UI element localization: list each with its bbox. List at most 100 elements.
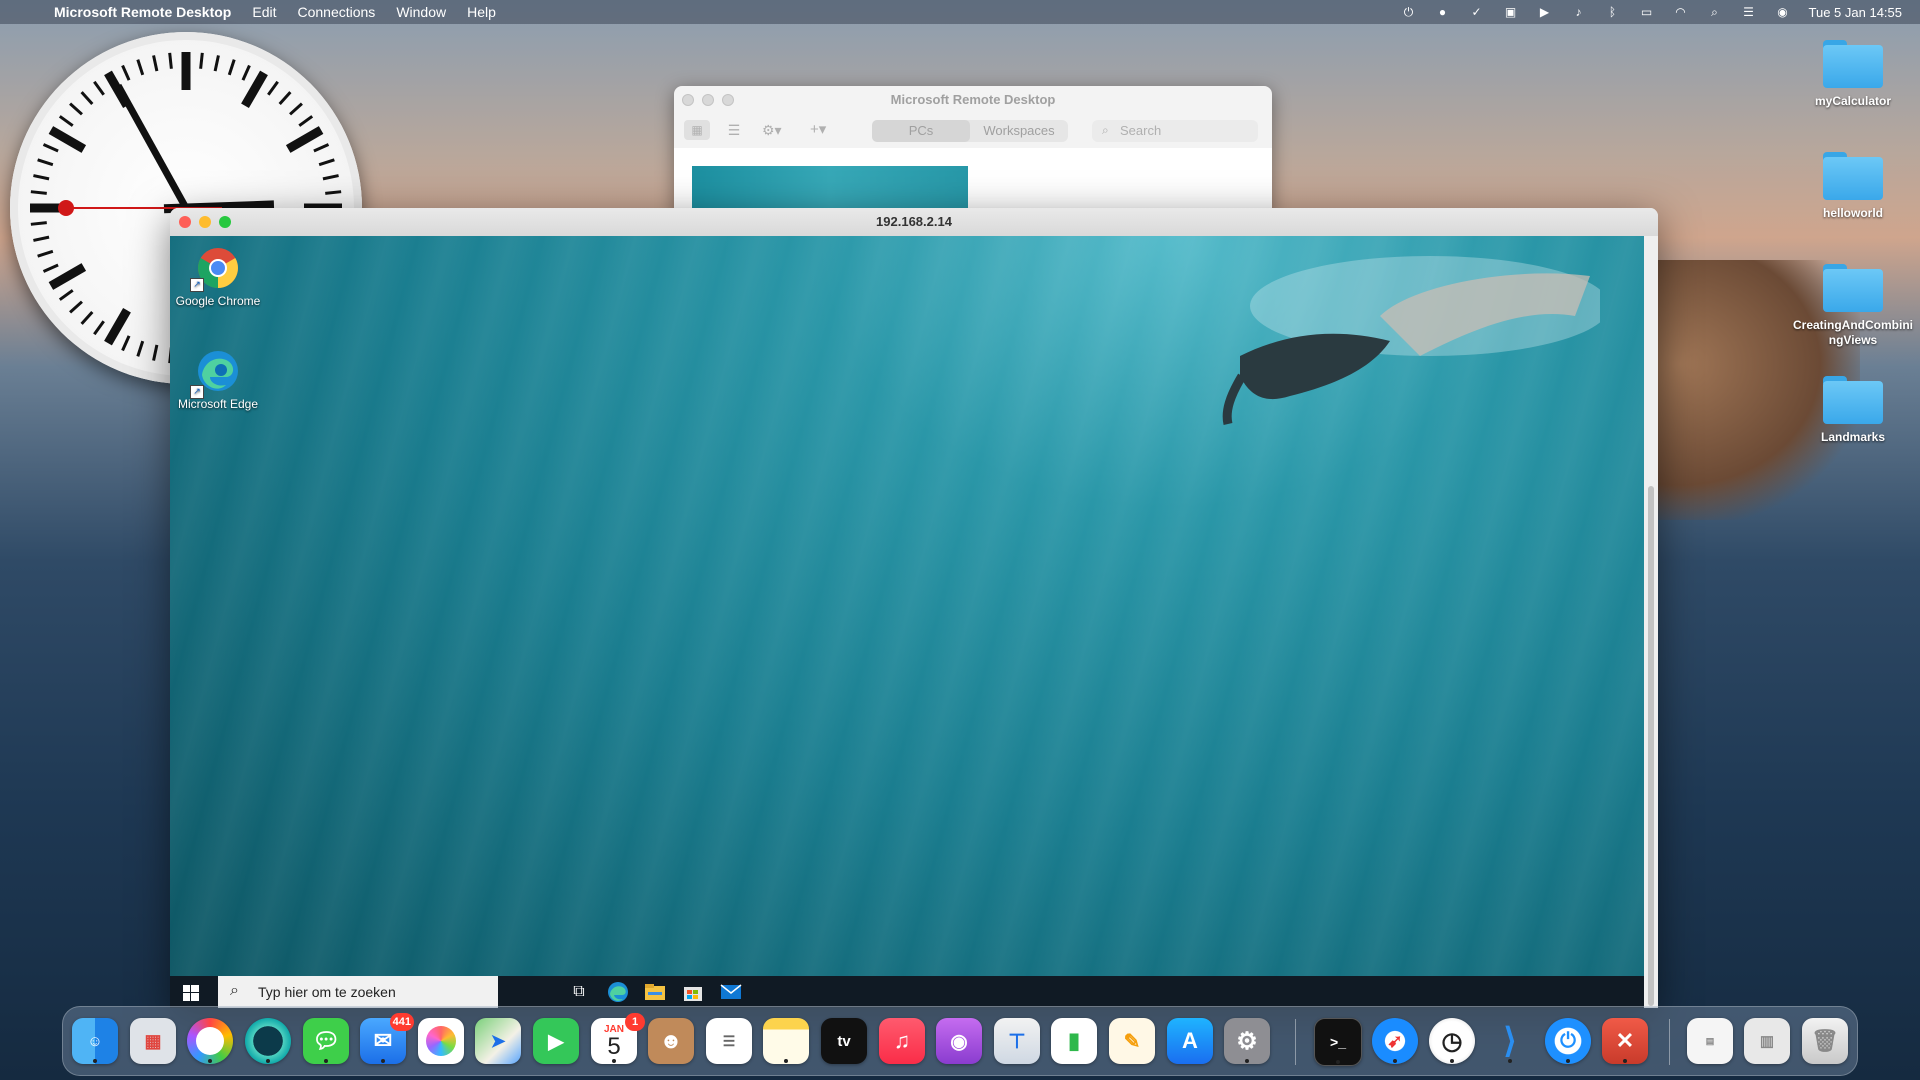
mail-taskbar-icon[interactable] [720,981,742,1003]
remote-desktop-main-window: Microsoft Remote Desktop ▦ ☰ ⚙▾ +▾ PCs W… [674,86,1272,216]
dock-launchpad[interactable]: ▦ [130,1018,176,1064]
dock-messages[interactable]: 💬︎ [303,1018,349,1064]
dock-pages[interactable]: ✎ [1109,1018,1155,1064]
reminders-icon: ☰ [722,1032,736,1049]
add-icon[interactable]: +▾ [810,120,840,140]
bluetooth-icon[interactable]: ᛒ [1605,5,1621,19]
menu-window[interactable]: Window [396,4,446,20]
menu-connections[interactable]: Connections [297,4,375,20]
dock-separator [1295,1019,1296,1065]
second-hand-disc [58,200,74,216]
settings-gear-icon[interactable]: ⚙▾ [762,120,792,140]
dock-vscode[interactable]: ⟩ [1487,1018,1533,1064]
desktop-folder-mycalculator[interactable]: myCalculator [1798,40,1908,108]
music-icon: ♫ [893,1028,911,1053]
keynote-icon: ⊤ [1008,1030,1026,1053]
desktop-folder-landmarks[interactable]: Landmarks [1798,376,1908,444]
file-explorer-icon[interactable] [644,981,666,1003]
folder-label: helloworld [1823,206,1883,220]
power-icon[interactable]: ⏻ [1401,5,1417,19]
running-indicator [1508,1059,1512,1063]
dock-notes[interactable] [763,1018,809,1064]
volume-icon[interactable]: ♪ [1571,5,1587,19]
running-indicator [1566,1059,1570,1063]
menu-bar: Microsoft Remote Desktop Edit Connection… [0,0,1920,24]
app-store-icon: A [1182,1028,1198,1053]
menu-help[interactable]: Help [467,4,496,20]
dock-podcasts[interactable]: ◉ [936,1018,982,1064]
dock-app-store[interactable]: A [1167,1018,1213,1064]
checkmark-icon[interactable]: ✓ [1469,5,1485,19]
dock-document[interactable]: ▤ [1687,1018,1733,1064]
scrollbar-thumb[interactable] [1648,486,1654,1006]
dock-reminders[interactable]: ☰ [706,1018,752,1064]
dock-clock[interactable]: ◷ [1429,1018,1475,1064]
menu-edit[interactable]: Edit [252,4,276,20]
html-document-icon: ▤ [1705,1035,1715,1046]
clock-tick [241,70,268,109]
dock-app-ring[interactable] [187,1018,233,1064]
dock-calendar[interactable]: JAN 5 1 [591,1013,645,1064]
menu-app-name[interactable]: Microsoft Remote Desktop [54,4,231,20]
running-indicator [208,1059,212,1063]
clock-tick [93,80,105,96]
dock-mail[interactable]: ✉ 441 [360,1013,414,1064]
windows-start-icon[interactable] [183,985,199,1001]
dock-apple-tv[interactable]: tv [821,1018,867,1064]
dock-numbers[interactable]: ▮ [1051,1018,1097,1064]
dock-maps[interactable]: ➤ [475,1018,521,1064]
dock-downloads-stack[interactable]: ▥ [1744,1018,1790,1064]
search-input[interactable]: Search [1092,120,1258,142]
app-status-icon[interactable]: ● [1435,5,1451,19]
clock-tick [58,289,74,301]
dock-separator [1669,1019,1670,1065]
status-area: ⏻ ● ✓ ▣ ▶ ♪ ᛒ ▭ ◠ ⌕ ☰ ◉ Tue 5 Jan 14:55 [1401,0,1902,24]
running-indicator [324,1059,328,1063]
grid-view-icon[interactable]: ▦ [684,120,710,140]
gear-icon: ⚙ [1236,1027,1258,1055]
control-center-icon[interactable]: ☰ [1741,5,1757,19]
folder-icon [1823,376,1883,424]
folder-label: CreatingAndCombiningViews [1793,318,1913,347]
dock-app-circle[interactable] [245,1018,291,1064]
running-indicator [1393,1059,1397,1063]
dock-finder[interactable]: ☺ [72,1018,118,1064]
dock-remote-desktop[interactable]: ✕ [1602,1018,1648,1064]
desktop-folder-creatingandcombiningviews[interactable]: CreatingAndCombiningViews [1792,264,1914,348]
dock-photos[interactable] [418,1018,464,1064]
dock-app-power[interactable]: ⏻ [1545,1018,1591,1064]
wifi-icon[interactable]: ◠ [1673,5,1689,19]
store-icon[interactable] [682,981,704,1003]
remote-icon-edge[interactable]: ↗ Microsoft Edge [170,349,266,411]
dock-facetime[interactable]: ▶ [533,1018,579,1064]
spotlight-icon[interactable]: ⌕ [1707,5,1723,19]
contacts-icon: ☻ [659,1028,683,1053]
menu-clock[interactable]: Tue 5 Jan 14:55 [1809,5,1902,20]
session-scrollbar[interactable] [1644,236,1658,1008]
calendar-badge: 1 [625,1013,645,1031]
remote-desktop-view[interactable]: ↗ Google Chrome ↗ Microsoft Edge Typ hie… [170,236,1644,1008]
battery-icon[interactable]: ▭ [1639,5,1655,19]
dock-keynote[interactable]: ⊤ [994,1018,1040,1064]
screen-icon[interactable]: ▣ [1503,5,1519,19]
dock-safari[interactable]: ➹ [1372,1018,1418,1064]
siri-icon[interactable]: ◉ [1775,5,1791,19]
task-view-icon[interactable]: ⧉ [568,981,590,1003]
dock-terminal[interactable]: >_ [1314,1018,1362,1066]
play-icon[interactable]: ▶ [1537,5,1553,19]
desktop-folder-helloworld[interactable]: helloworld [1798,152,1908,220]
folder-label: Landmarks [1820,430,1886,444]
dock-contacts[interactable]: ☻ [648,1018,694,1064]
tab-workspaces[interactable]: Workspaces [970,120,1068,142]
clock-tick [104,307,131,346]
edge-taskbar-icon[interactable] [607,981,629,1003]
tab-pcs[interactable]: PCs [872,120,970,142]
dock-system-preferences[interactable]: ⚙ [1224,1018,1270,1064]
remote-icon-chrome[interactable]: ↗ Google Chrome [170,246,266,308]
taskbar-search-input[interactable]: Typ hier om te zoeken [218,976,498,1008]
clock-tick [241,64,251,81]
list-view-icon[interactable]: ☰ [724,120,744,140]
dock-music[interactable]: ♫ [879,1018,925,1064]
dock-trash[interactable]: 🗑︎ [1802,1018,1848,1064]
photos-icon [426,1026,456,1056]
